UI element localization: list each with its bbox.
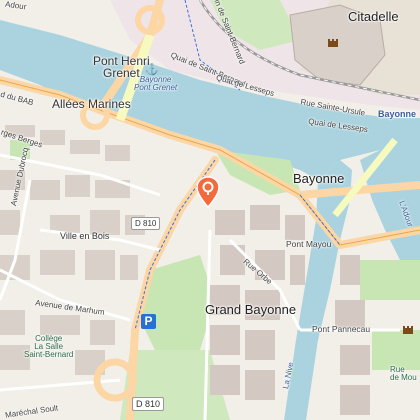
bayonne-pont-grenet-label: Bayonne Pont Grenet	[134, 75, 178, 92]
citadelle-label: Citadelle	[348, 9, 399, 24]
ville-en-bois-label: Ville en Bois	[60, 231, 110, 241]
pont-pannecau-label: Pont Pannecau	[312, 324, 371, 334]
grand-bayonne-label: Grand Bayonne	[205, 302, 297, 317]
pont-mayou-label: Pont Mayou	[286, 239, 332, 249]
castle-icon-south[interactable]	[402, 323, 414, 335]
college-label: Collège La Salle Saint-Bernard	[24, 334, 74, 359]
parking-icon[interactable]: P	[141, 314, 156, 329]
d810-shield: D 810	[132, 397, 165, 411]
bayonne-label: Bayonne	[293, 171, 345, 186]
castle-icon[interactable]	[327, 36, 339, 48]
map-view[interactable]: Adour Citadelle Chemin de Saint-Bernard …	[0, 0, 420, 420]
allees-marines-label: Allées Marines	[52, 97, 131, 111]
d810-shield-small: D 810	[131, 217, 161, 230]
rue-de-mou-label: Rue de Mou	[390, 365, 417, 382]
map-pin-icon[interactable]	[196, 176, 220, 208]
bayonne-station-label: Bayonne	[378, 109, 417, 119]
